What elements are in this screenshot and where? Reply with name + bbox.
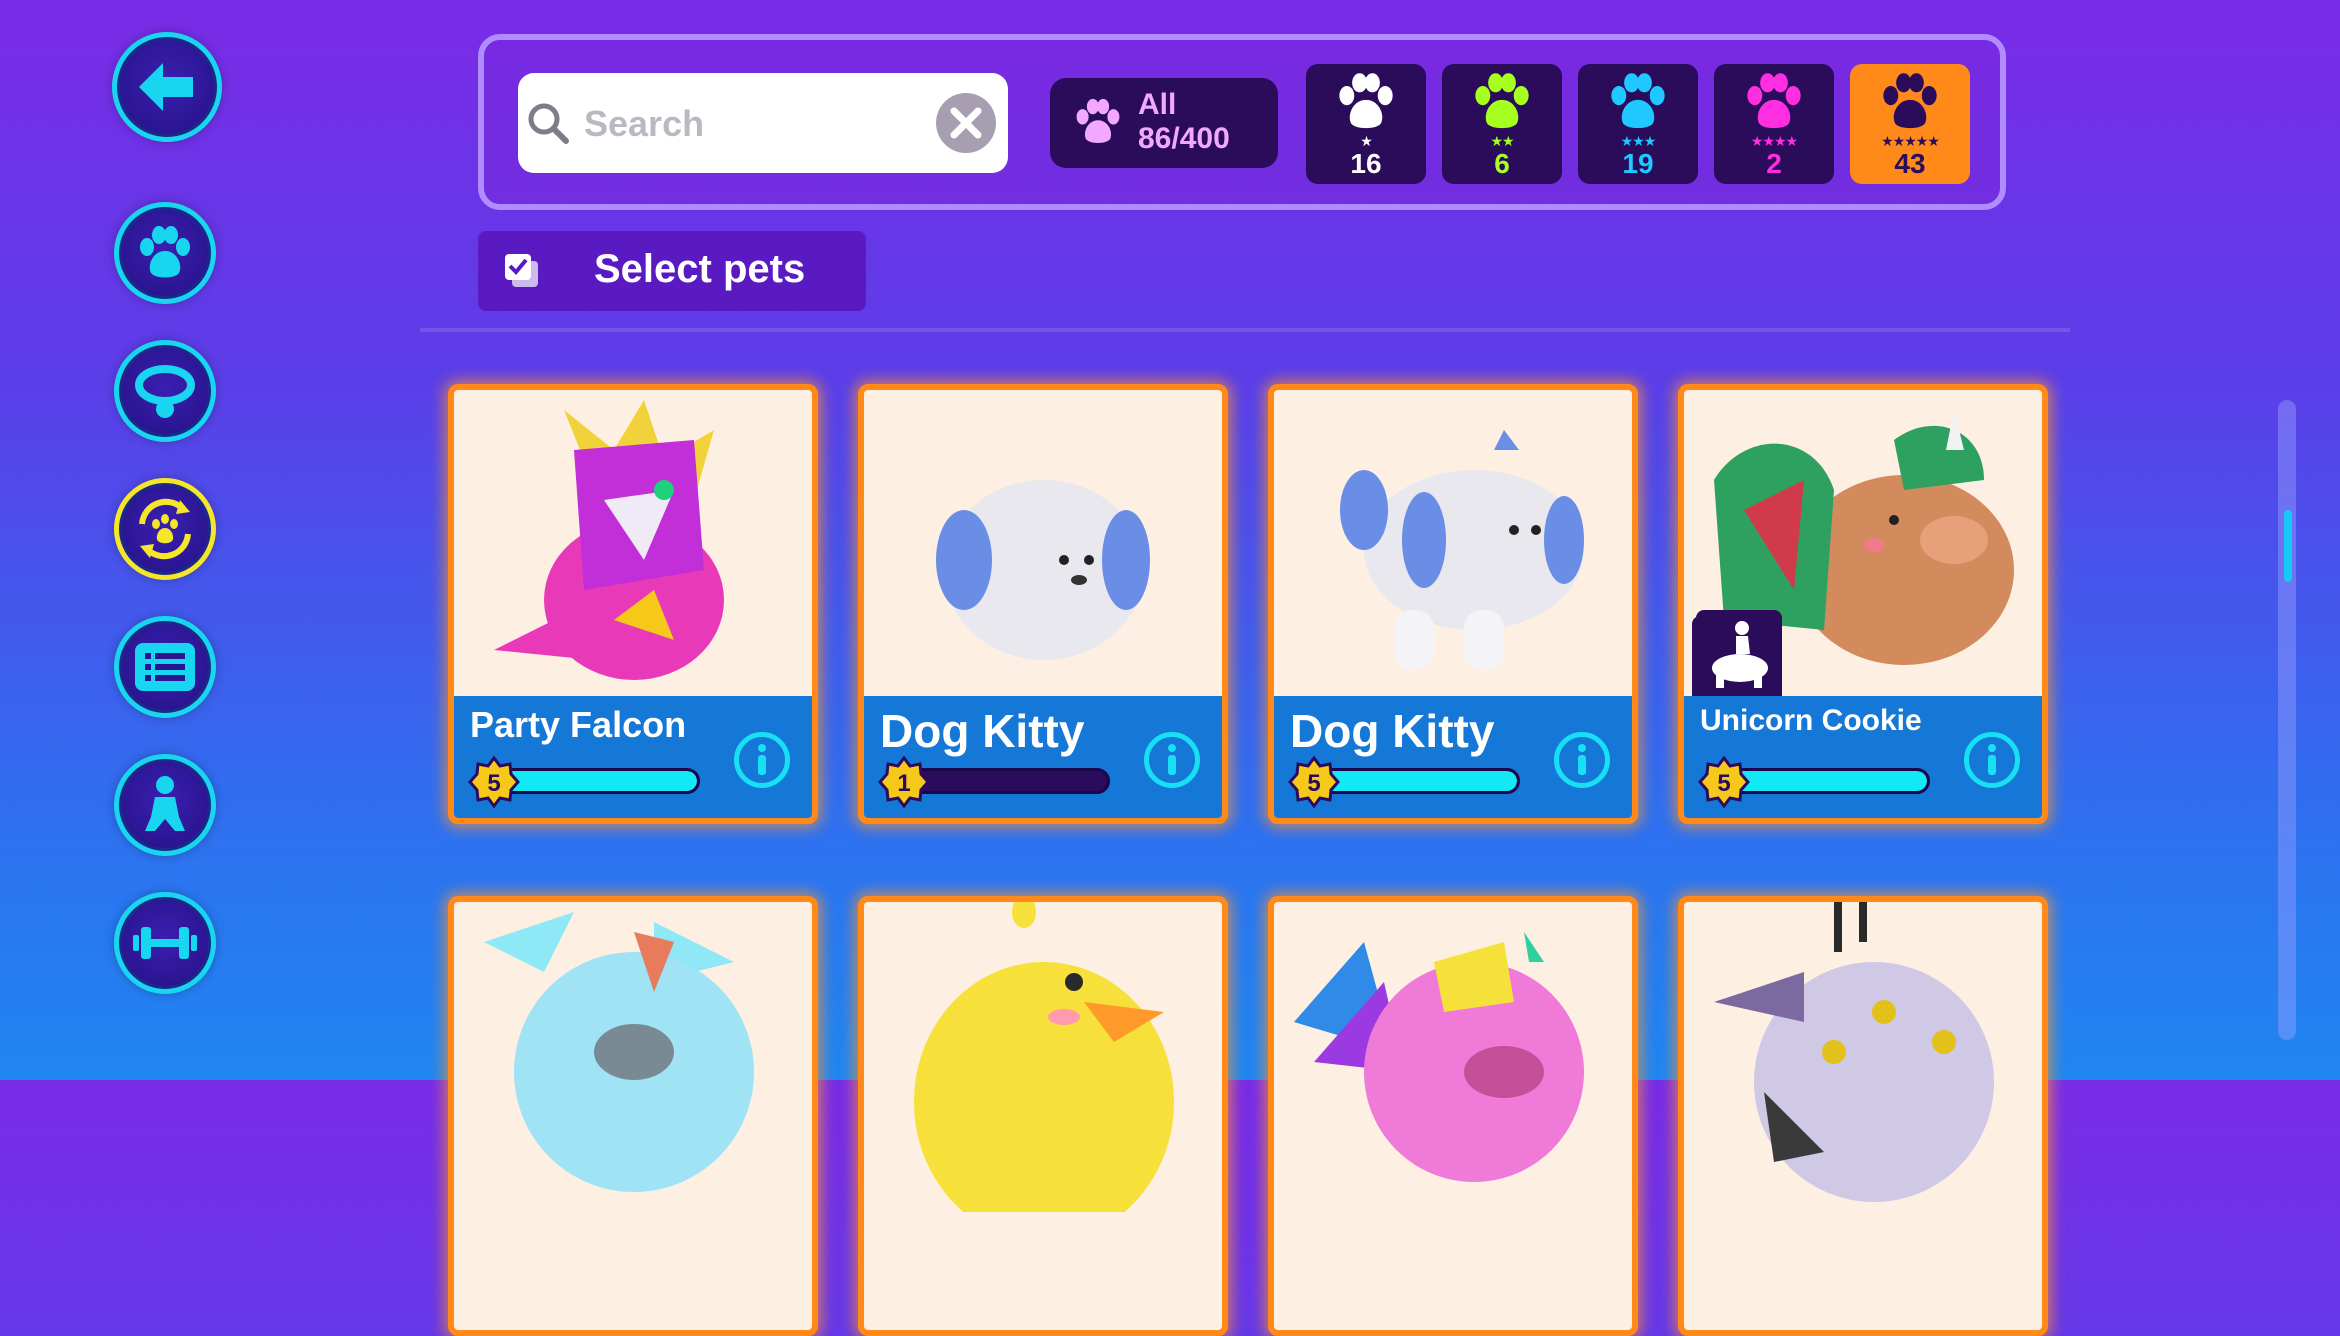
info-icon xyxy=(758,744,766,775)
collar-tab-button[interactable] xyxy=(114,340,216,442)
filter-all-button[interactable]: All 86/400 xyxy=(1050,78,1278,168)
pet-card[interactable] xyxy=(1268,896,1638,1336)
back-button[interactable] xyxy=(112,32,222,142)
pet-name: Party Falcon xyxy=(470,704,687,745)
pet-name: Dog Kitty xyxy=(1290,705,1495,757)
pet-progress-bar xyxy=(490,768,700,794)
level-badge: 5 xyxy=(1698,756,1750,808)
pet-progress-fill xyxy=(1723,771,1927,791)
rarity-count: 6 xyxy=(1494,148,1510,179)
rarity-filter-1-star[interactable]: ★ 16 xyxy=(1306,64,1426,184)
pet-progress-bar xyxy=(1310,768,1520,794)
pet-info-bar: Unicorn Cookie 5 xyxy=(1684,696,2042,818)
pet-card[interactable]: Party Falcon 5 xyxy=(448,384,818,824)
paw-icon xyxy=(1339,73,1393,129)
rarity-filter-3-star[interactable]: ★★★ 19 xyxy=(1578,64,1698,184)
pet-progress-bar xyxy=(900,768,1110,794)
level-badge: 5 xyxy=(468,756,520,808)
evolve-tab-button[interactable] xyxy=(114,478,216,580)
level-badge: 5 xyxy=(1288,756,1340,808)
scrollbar-thumb[interactable] xyxy=(2284,510,2292,582)
info-button[interactable] xyxy=(1144,732,1200,788)
level-number: 5 xyxy=(487,770,500,797)
paw-icon xyxy=(1475,73,1529,129)
info-button[interactable] xyxy=(1554,732,1610,788)
pet-progress-bar xyxy=(1720,768,1930,794)
pets-tab-button[interactable] xyxy=(114,202,216,304)
back-arrow-icon xyxy=(139,63,193,111)
pet-card[interactable]: Unicorn Cookie 5 xyxy=(1678,384,2048,824)
paw-icon xyxy=(1076,98,1120,143)
level-number: 5 xyxy=(1307,770,1320,797)
collar-icon xyxy=(135,365,195,418)
paw-icon xyxy=(1883,73,1937,129)
pet-card[interactable]: Dog Kitty 1 xyxy=(858,384,1228,824)
level-number: 1 xyxy=(897,770,910,797)
rideable-badge-icon xyxy=(1696,610,1782,696)
list-icon xyxy=(135,643,195,691)
pet-card[interactable] xyxy=(1678,896,2048,1336)
rarity-count: 19 xyxy=(1622,148,1654,179)
rarity-filter-5-star[interactable]: ★★★★★ 43 xyxy=(1850,64,1970,184)
pet-image xyxy=(914,902,1174,1212)
pet-info-bar: Dog Kitty 1 xyxy=(864,696,1222,818)
rider-tab-button[interactable] xyxy=(114,754,216,856)
clear-search-button[interactable] xyxy=(936,93,996,153)
pet-image xyxy=(936,480,1150,660)
pet-image xyxy=(1340,430,1584,670)
rarity-filter-4-star[interactable]: ★★★★ 2 xyxy=(1714,64,1834,184)
search-box[interactable] xyxy=(518,73,1008,173)
pet-image xyxy=(1294,932,1584,1182)
paw-icon xyxy=(1747,73,1801,129)
rarity-count: 2 xyxy=(1766,148,1782,179)
paw-icon xyxy=(140,226,190,278)
pet-name: Unicorn Cookie xyxy=(1700,704,1922,737)
select-pets-label: Select pets xyxy=(594,247,806,291)
filter-all-count: 86/400 xyxy=(1138,122,1230,155)
pet-name: Dog Kitty xyxy=(880,705,1085,757)
rarity-filter-2-star[interactable]: ★★ 6 xyxy=(1442,64,1562,184)
scrollbar-track[interactable] xyxy=(2278,400,2296,1040)
search-input[interactable] xyxy=(582,87,916,161)
pet-image xyxy=(494,400,724,680)
rarity-count: 16 xyxy=(1350,148,1382,179)
training-tab-button[interactable] xyxy=(114,892,216,994)
divider xyxy=(420,328,2070,332)
close-icon xyxy=(950,107,982,139)
level-badge: 1 xyxy=(878,756,930,808)
paw-swap-icon xyxy=(139,498,191,560)
filter-all-label: All xyxy=(1138,88,1177,121)
rider-icon xyxy=(145,776,185,831)
info-icon xyxy=(1988,744,1996,775)
rarity-count: 43 xyxy=(1894,148,1926,179)
info-button[interactable] xyxy=(734,732,790,788)
pet-card[interactable]: Dog Kitty 5 xyxy=(1268,384,1638,824)
dumbbell-icon xyxy=(133,927,197,959)
select-pets-button[interactable]: Select pets xyxy=(478,231,866,311)
pet-card[interactable] xyxy=(858,896,1228,1336)
info-icon xyxy=(1578,744,1586,775)
pet-image xyxy=(484,912,754,1192)
pet-progress-fill xyxy=(493,771,697,791)
pet-info-bar: Party Falcon 5 xyxy=(454,696,812,818)
info-button[interactable] xyxy=(1964,732,2020,788)
paw-icon xyxy=(1611,73,1665,129)
pet-info-bar: Dog Kitty 5 xyxy=(1274,696,1632,818)
multi-select-icon xyxy=(505,254,538,287)
pet-progress-fill xyxy=(1313,771,1517,791)
search-icon xyxy=(528,103,569,144)
pet-image xyxy=(1714,902,1994,1202)
info-icon xyxy=(1168,744,1176,775)
list-tab-button[interactable] xyxy=(114,616,216,718)
pet-card[interactable] xyxy=(448,896,818,1336)
level-number: 5 xyxy=(1717,770,1730,797)
